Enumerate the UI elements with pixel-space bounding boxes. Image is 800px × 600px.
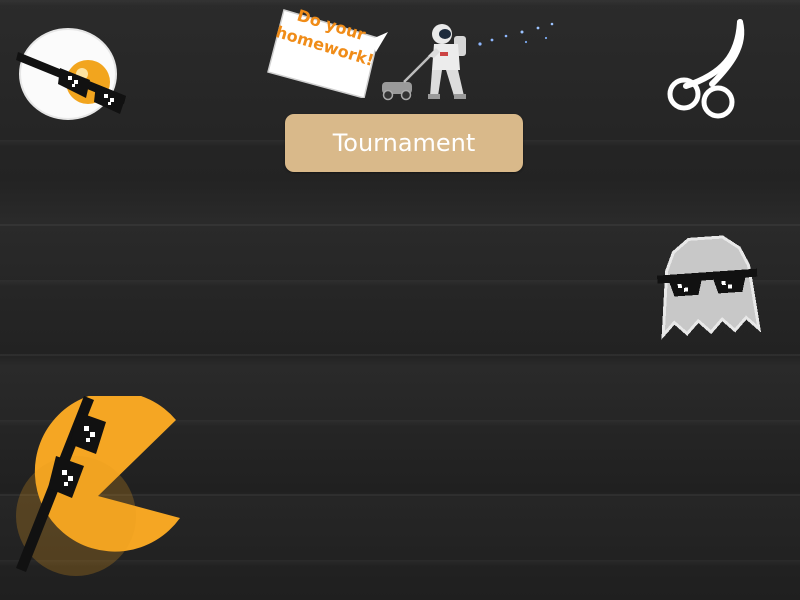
fried-egg-with-sunglasses-icon xyxy=(16,28,126,120)
tournament-button[interactable]: Tournament xyxy=(285,114,523,172)
board-stripe xyxy=(0,224,800,226)
game-screen: Do your homework! Tournament xyxy=(0,0,800,600)
astronaut-mowing-lawn-icon xyxy=(382,22,554,101)
ghost-with-sunglasses-icon xyxy=(657,235,762,340)
cherries-icon xyxy=(667,19,745,119)
pacman-with-sunglasses-icon xyxy=(16,396,180,576)
board-stripe xyxy=(0,354,800,356)
